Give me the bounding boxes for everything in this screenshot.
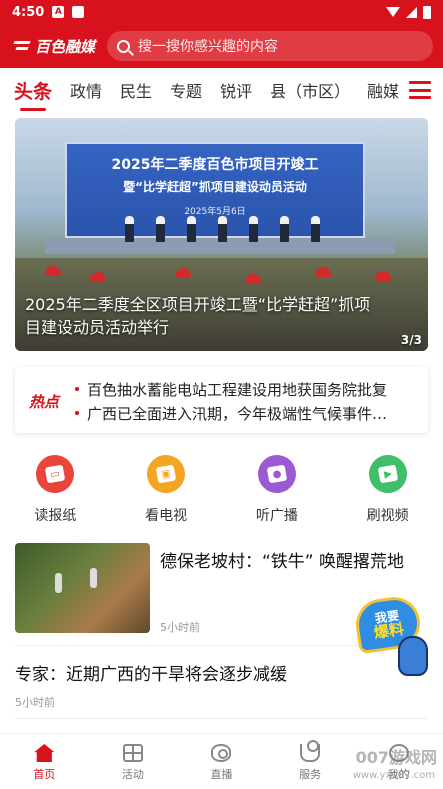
- quick-action-label: 刷视频: [366, 508, 409, 524]
- tab-livelihood[interactable]: 民生: [120, 78, 152, 102]
- tab-headlines[interactable]: 头条: [14, 77, 52, 111]
- wifi-icon: [386, 7, 400, 17]
- watermark-url: www.yx007.com: [352, 770, 435, 781]
- watermark: 007游戏网: [355, 748, 437, 767]
- nav-service[interactable]: 服务: [266, 734, 355, 789]
- tv-icon: ▣: [144, 451, 189, 497]
- radio-icon: ●: [254, 451, 299, 497]
- service-icon: [300, 740, 321, 762]
- tab-topics[interactable]: 专题: [170, 78, 202, 102]
- live-icon: [211, 744, 232, 762]
- app-header: 百色融媒 搜一搜你感兴趣的内容: [0, 24, 443, 68]
- news-time: 5小时前: [160, 621, 200, 634]
- news-time: 5小时前: [15, 696, 55, 709]
- news-title[interactable]: 专家：近期广西的干旱将会逐步减缓: [15, 660, 287, 685]
- tab-commentary[interactable]: 锐评: [220, 78, 252, 102]
- watch-tv-button[interactable]: ▣ 看电视: [111, 451, 222, 530]
- report-line2: 爆料: [372, 619, 406, 642]
- app-logo: 百色融媒: [14, 36, 95, 57]
- browse-video-button[interactable]: ▶ 刷视频: [332, 451, 443, 530]
- search-bar[interactable]: 搜一搜你感兴趣的内容: [107, 31, 433, 61]
- nav-home[interactable]: 首页: [0, 734, 89, 789]
- logo-mark-icon: [14, 38, 32, 54]
- status-time: 4:50: [12, 4, 45, 20]
- stage-people: [125, 216, 320, 242]
- status-indicators: [386, 5, 431, 19]
- nav-label: 服务: [299, 768, 322, 781]
- nav-activity[interactable]: 活动: [89, 734, 178, 789]
- tab-politics[interactable]: 政情: [70, 78, 102, 102]
- notification-a-icon: A: [52, 6, 65, 18]
- hot-news-item[interactable]: 百色抽水蓄能电站工程建设用地获国务院批复: [75, 379, 408, 400]
- backdrop-title-line1: 2025年二季度百色市项目开竣工: [111, 157, 319, 173]
- search-placeholder: 搜一搜你感兴趣的内容: [138, 39, 279, 55]
- divider: [15, 718, 428, 719]
- hot-news-panel: 热点 百色抽水蓄能电站工程建设用地获国务院批复 广西已全面进入汛期，今年极端性气…: [15, 367, 428, 433]
- tab-media[interactable]: 融媒: [335, 68, 405, 112]
- report-news-button[interactable]: 我要 爆料: [352, 593, 436, 678]
- hot-news-item[interactable]: 广西已全面进入汛期，今年极端性气候事件…: [75, 403, 408, 424]
- quick-action-label: 读报纸: [34, 508, 77, 524]
- read-newspaper-button[interactable]: ▭ 读报纸: [0, 451, 111, 530]
- phone-hand-icon: [398, 636, 428, 676]
- search-icon: [117, 39, 131, 53]
- listen-radio-button[interactable]: ● 听广播: [222, 451, 333, 530]
- newspaper-icon: ▭: [33, 451, 78, 497]
- nav-label: 首页: [33, 768, 56, 781]
- video-icon: ▶: [365, 451, 410, 497]
- quick-action-label: 看电视: [145, 508, 188, 524]
- nav-live[interactable]: 直播: [177, 734, 266, 789]
- signal-icon: [406, 6, 417, 18]
- activity-icon: [122, 744, 143, 762]
- hero-pager: 3/3: [400, 333, 422, 347]
- nav-label: 直播: [210, 768, 233, 781]
- news-thumbnail: [15, 543, 150, 633]
- quick-actions: ▭ 读报纸 ▣ 看电视 ● 听广播 ▶ 刷视频: [0, 451, 443, 530]
- notification-square-icon: [72, 6, 85, 18]
- status-bar: 4:50 A: [0, 0, 443, 24]
- backdrop-title-line2: 暨“比学赶超”抓项目建设动员活动: [123, 180, 307, 194]
- news-title: 德保老坡村：“铁牛” 唤醒撂荒地: [160, 552, 405, 572]
- app-name: 百色融媒: [35, 37, 96, 56]
- battery-icon: [423, 5, 431, 19]
- hero-caption: 2025年二季度全区项目开竣工暨“比学赶超”抓项目建设动员活动举行: [25, 295, 371, 337]
- menu-icon[interactable]: [409, 81, 431, 99]
- nav-label: 活动: [121, 768, 144, 781]
- channel-tabs: 头条 政情 民生 专题 锐评 县（市区） 融媒: [0, 68, 443, 112]
- quick-action-label: 听广播: [255, 508, 298, 524]
- home-icon: [34, 744, 55, 762]
- hot-label: 热点: [29, 393, 60, 411]
- hero-banner[interactable]: 2025年二季度百色市项目开竣工 暨“比学赶超”抓项目建设动员活动 2025年5…: [15, 118, 428, 351]
